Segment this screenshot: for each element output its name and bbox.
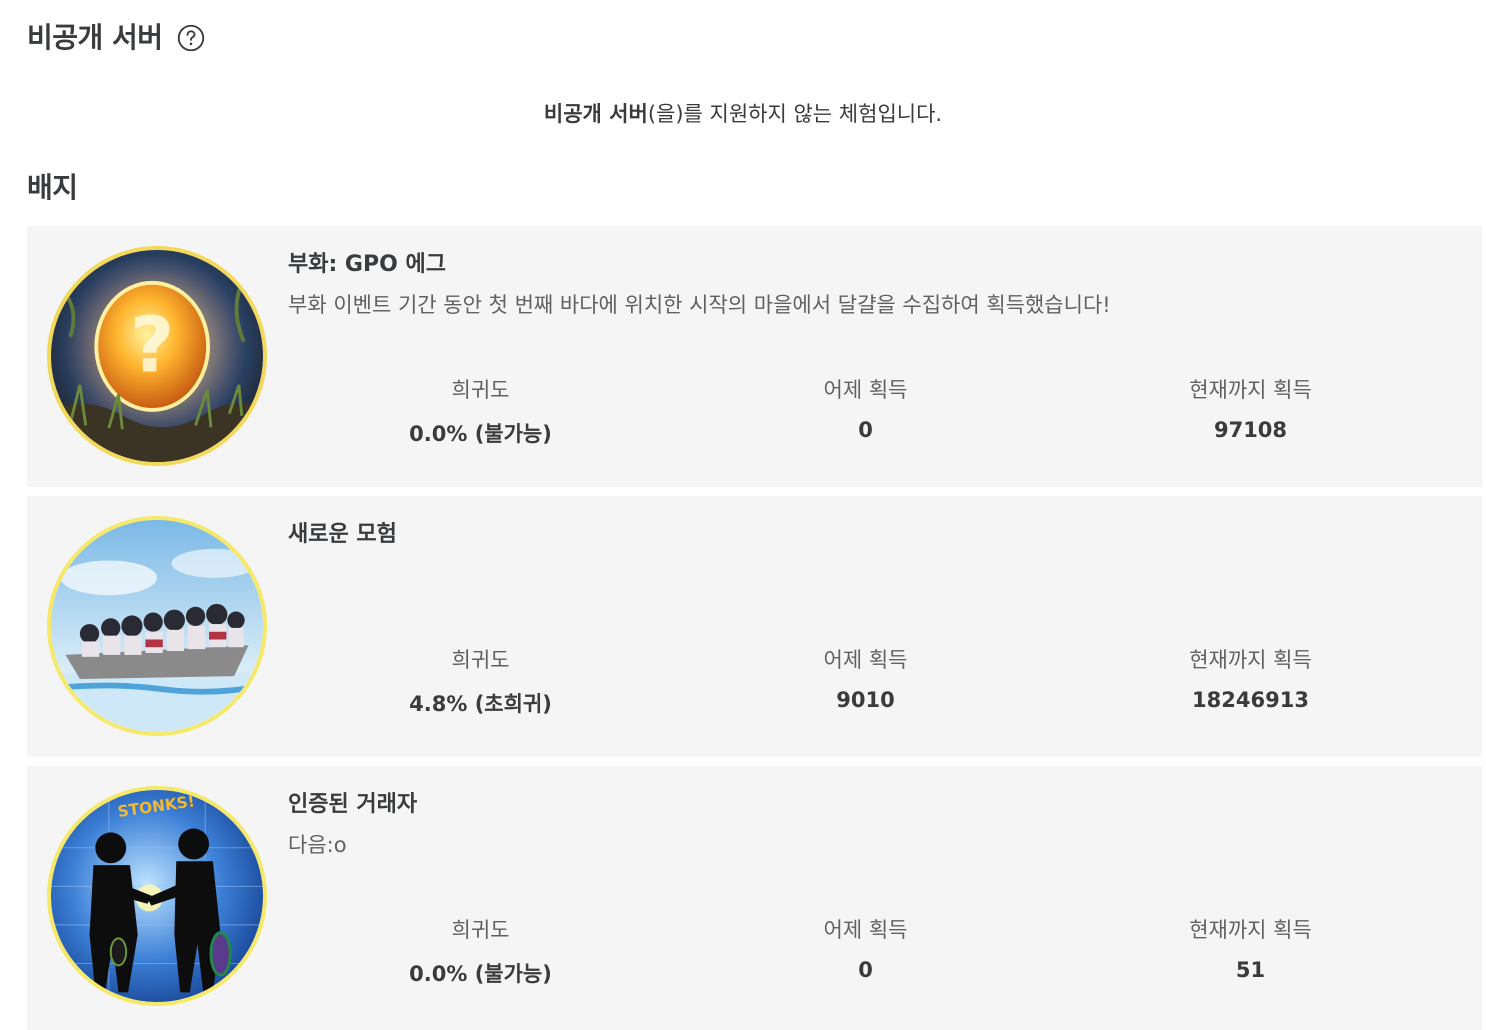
won-yesterday-value: 0 bbox=[858, 958, 873, 982]
won-yesterday-stat: 어제 획득 0 bbox=[673, 374, 1058, 448]
badge-name[interactable]: 부화: GPO 에그 bbox=[288, 246, 446, 278]
glowing-question-egg-icon[interactable]: ? bbox=[47, 246, 267, 466]
private-servers-title: 비공개 서버 bbox=[27, 21, 163, 54]
badge-name[interactable]: 새로운 모험 bbox=[288, 516, 397, 548]
rarity-value: 0.0% (불가능) bbox=[409, 422, 552, 446]
notice-bold: 비공개 서버 bbox=[543, 102, 648, 126]
won-ever-value: 51 bbox=[1235, 958, 1266, 982]
rarity-value: 0.0% (불가능) bbox=[409, 962, 552, 986]
private-servers-notice: 비공개 서버(을)를 지원하지 않는 체험입니다. bbox=[0, 98, 1486, 128]
rarity-label: 희귀도 bbox=[451, 378, 510, 402]
badges-title: 배지 bbox=[27, 171, 78, 204]
notice-text: (을)를 지원하지 않는 체험입니다. bbox=[647, 102, 943, 126]
won-yesterday-label: 어제 획득 bbox=[823, 918, 908, 942]
badge-description: 부화 이벤트 기간 동안 첫 번째 바다에 위치한 시작의 마을에서 달걀을 수… bbox=[288, 293, 1111, 317]
won-yesterday-stat: 어제 획득 9010 bbox=[673, 644, 1058, 718]
won-ever-stat: 현재까지 획득 51 bbox=[1058, 914, 1443, 988]
crew-on-boat-icon[interactable] bbox=[47, 516, 267, 736]
badge-description: 다음:o bbox=[288, 833, 347, 857]
svg-text:?: ? bbox=[130, 300, 175, 390]
won-ever-stat: 현재까지 획득 97108 bbox=[1058, 374, 1443, 448]
won-yesterday-value: 9010 bbox=[836, 688, 895, 712]
won-ever-value: 18246913 bbox=[1192, 688, 1309, 712]
won-yesterday-value: 0 bbox=[858, 418, 873, 442]
won-ever-value: 97108 bbox=[1213, 418, 1288, 442]
badge-stats: 희귀도 0.0% (불가능) 어제 획득 0 현재까지 획득 97108 bbox=[288, 374, 1444, 448]
page: 비공개 서버 비공개 서버(을)를 지원하지 않는 체험입니다. 배지 ? 부화… bbox=[0, 0, 1486, 1030]
badge-card[interactable]: ? 부화: GPO 에그 부화 이벤트 기간 동안 첫 번째 바다에 위치한 시… bbox=[27, 226, 1482, 487]
badge-card[interactable]: 새로운 모험 희귀도 4.8% (초희귀) 어제 획득 9010 현재까지 획득… bbox=[27, 496, 1482, 757]
private-servers-header: 비공개 서버 bbox=[27, 16, 204, 56]
won-ever-label: 현재까지 획득 bbox=[1189, 648, 1312, 672]
rarity-value: 4.8% (초희귀) bbox=[409, 692, 552, 716]
won-ever-label: 현재까지 획득 bbox=[1189, 918, 1312, 942]
rarity-stat: 희귀도 4.8% (초희귀) bbox=[288, 644, 673, 718]
stonks-handshake-icon[interactable]: STONKS! bbox=[47, 786, 267, 1006]
badge-card[interactable]: STONKS! 인증된 거래자 다음:o 희귀도 0.0% (불가능) 어제 획… bbox=[27, 766, 1482, 1030]
rarity-stat: 희귀도 0.0% (불가능) bbox=[288, 914, 673, 988]
won-yesterday-label: 어제 획득 bbox=[823, 378, 908, 402]
rarity-stat: 희귀도 0.0% (불가능) bbox=[288, 374, 673, 448]
question-circle-icon[interactable] bbox=[177, 24, 204, 52]
won-ever-stat: 현재까지 획득 18246913 bbox=[1058, 644, 1443, 718]
badge-stats: 희귀도 4.8% (초희귀) 어제 획득 9010 현재까지 획득 182469… bbox=[288, 644, 1444, 718]
won-ever-label: 현재까지 획득 bbox=[1189, 378, 1312, 402]
rarity-label: 희귀도 bbox=[451, 918, 510, 942]
won-yesterday-stat: 어제 획득 0 bbox=[673, 914, 1058, 988]
won-yesterday-label: 어제 획득 bbox=[823, 648, 908, 672]
badge-name[interactable]: 인증된 거래자 bbox=[288, 786, 417, 818]
badge-stats: 희귀도 0.0% (불가능) 어제 획득 0 현재까지 획득 51 bbox=[288, 914, 1444, 988]
rarity-label: 희귀도 bbox=[451, 648, 510, 672]
